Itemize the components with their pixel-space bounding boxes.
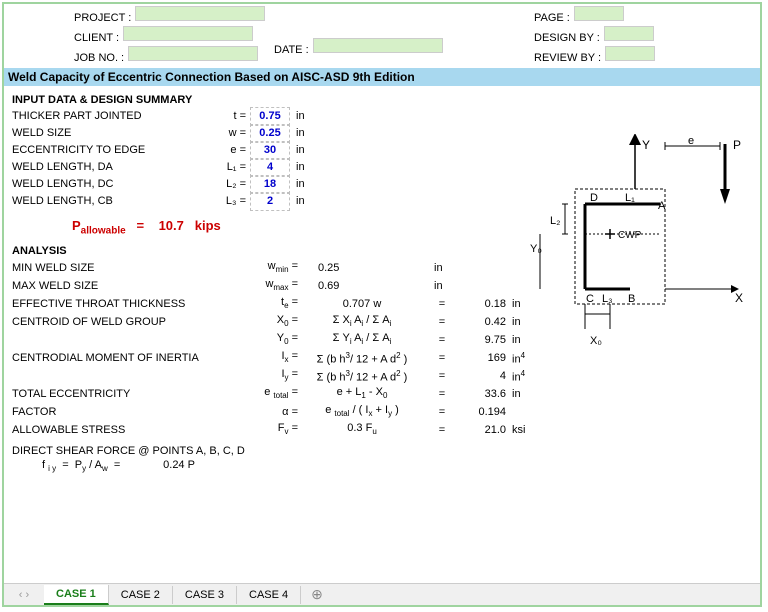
tab-case2[interactable]: CASE 2 xyxy=(109,586,173,604)
date-label: DATE : xyxy=(274,44,313,56)
client-value[interactable] xyxy=(123,26,253,41)
sym-weldsize: w = xyxy=(202,125,250,142)
sheet-tabs: ‹ › CASE 1 CASE 2 CASE 3 CASE 4 ⊕ xyxy=(4,583,760,605)
label-weldsize: WELD SIZE xyxy=(12,125,202,142)
designby-label: DESIGN BY : xyxy=(534,32,604,44)
svg-text:CWP: CWP xyxy=(618,230,642,241)
input-row-thicker: THICKER PART JOINTED t = 0.75 in xyxy=(12,108,752,125)
svg-text:L₂: L₂ xyxy=(550,215,560,227)
project-value[interactable] xyxy=(135,6,265,21)
label-da: WELD LENGTH, DA xyxy=(12,159,202,176)
label-ecc: ECCENTRICITY TO EDGE xyxy=(12,142,202,159)
svg-text:L₁: L₁ xyxy=(625,192,635,204)
svg-text:C: C xyxy=(586,293,594,305)
unit-dc: in xyxy=(290,176,320,193)
svg-text:B: B xyxy=(628,293,635,305)
unit-weldsize: in xyxy=(290,125,320,142)
sym-ecc: e = xyxy=(202,142,250,159)
shear-formula: f i y = Py / Aw = 0.24 P xyxy=(12,459,752,473)
unit-ecc: in xyxy=(290,142,320,159)
weld-diagram: Y P e CWP D A C B xyxy=(510,134,750,364)
sym-cb: L₃ = xyxy=(202,193,250,210)
label-thicker: THICKER PART JOINTED xyxy=(12,108,202,125)
date-value[interactable] xyxy=(313,38,443,53)
tab-case1[interactable]: CASE 1 xyxy=(44,585,109,605)
tab-case3[interactable]: CASE 3 xyxy=(173,586,237,604)
jobno-label: JOB NO. : xyxy=(74,52,128,64)
svg-text:e: e xyxy=(688,135,694,147)
svg-text:X: X xyxy=(735,291,743,305)
tab-add-icon[interactable]: ⊕ xyxy=(301,586,333,603)
header: PROJECT : CLIENT : JOB NO. : DATE : PAGE… xyxy=(4,4,760,68)
page-label: PAGE : xyxy=(534,12,574,24)
tab-nav-prev[interactable]: ‹ › xyxy=(4,589,44,601)
tab-case4[interactable]: CASE 4 xyxy=(237,586,301,604)
designby-value[interactable] xyxy=(604,26,654,41)
svg-text:X₀: X₀ xyxy=(590,335,602,347)
unit-thicker: in xyxy=(290,108,320,125)
label-dc: WELD LENGTH, DC xyxy=(12,176,202,193)
svg-text:D: D xyxy=(590,192,598,204)
label-cb: WELD LENGTH, CB xyxy=(12,193,202,210)
svg-text:P: P xyxy=(733,138,741,152)
page-value[interactable] xyxy=(574,6,624,21)
svg-text:A: A xyxy=(658,200,666,212)
row-fv: ALLOWABLE STRESS Fv = 0.3 Fu = 21.0 ksi xyxy=(12,421,752,439)
jobno-value[interactable] xyxy=(128,46,258,61)
page-title: Weld Capacity of Eccentric Connection Ba… xyxy=(4,68,760,86)
unit-da: in xyxy=(290,159,320,176)
project-label: PROJECT : xyxy=(74,12,135,24)
client-label: CLIENT : xyxy=(74,32,123,44)
reviewby-value[interactable] xyxy=(605,46,655,61)
shear-title: DIRECT SHEAR FORCE @ POINTS A, B, C, D xyxy=(12,445,752,457)
svg-text:Y: Y xyxy=(642,138,650,152)
unit-cb: in xyxy=(290,193,320,210)
sym-thicker: t = xyxy=(202,108,250,125)
sym-da: L₁ = xyxy=(202,159,250,176)
val-cb[interactable]: 2 xyxy=(250,192,290,211)
input-section-title: INPUT DATA & DESIGN SUMMARY xyxy=(12,94,752,106)
svg-text:L₃: L₃ xyxy=(602,293,613,305)
sym-dc: L₂ = xyxy=(202,176,250,193)
reviewby-label: REVIEW BY : xyxy=(534,52,605,64)
